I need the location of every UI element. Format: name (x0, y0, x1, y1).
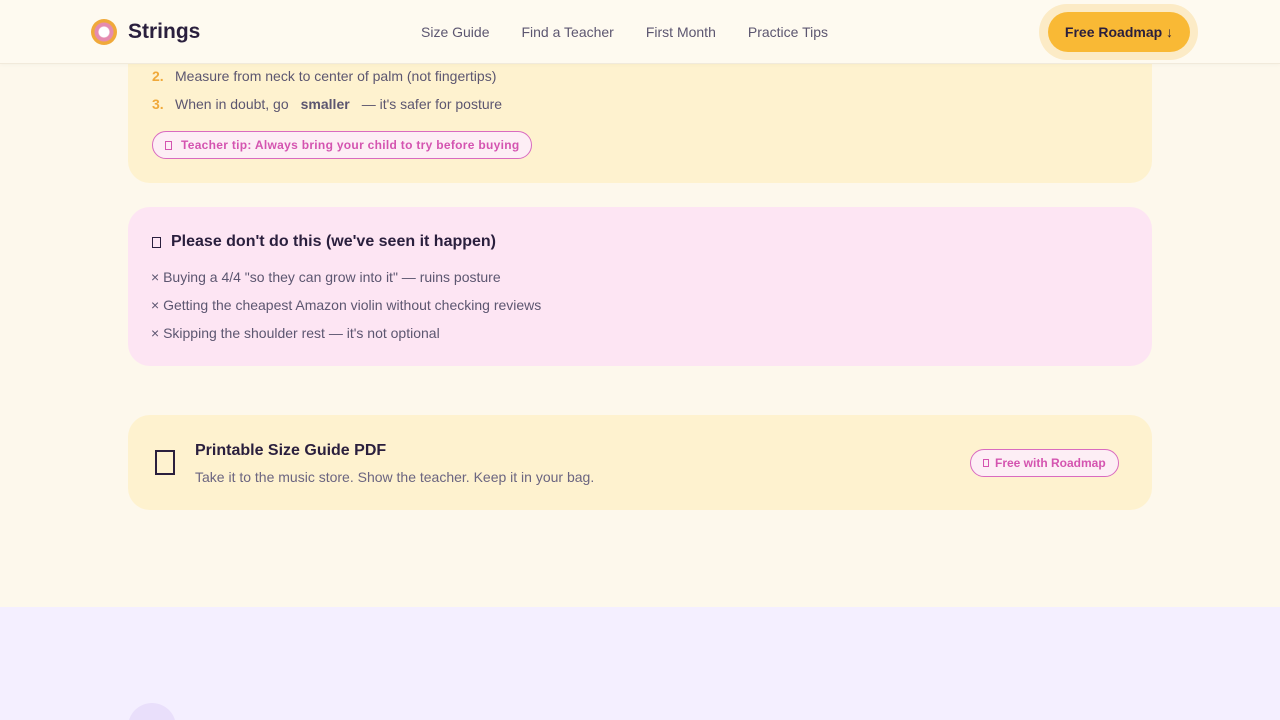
lightbulb-icon (165, 140, 172, 150)
warning-title: Please don't do this (we've seen it happ… (152, 233, 496, 251)
step-text: Measure from neck to center of palm (not… (175, 68, 497, 84)
nav-link-size-guide[interactable]: Size Guide (421, 24, 489, 40)
document-icon (155, 450, 175, 475)
step-number: 3. (152, 96, 164, 112)
free-roadmap-button[interactable]: Free Roadmap ↓ (1048, 12, 1190, 52)
next-section-band (0, 607, 1280, 720)
nav-link-practice-tips[interactable]: Practice Tips (748, 24, 828, 40)
step-text-post: — it's safer for posture (361, 96, 503, 112)
teacher-tip-text: Teacher tip: Always bring your child to … (181, 138, 520, 152)
top-nav: Strings Size Guide Find a Teacher First … (0, 0, 1280, 64)
warning-item: × Skipping the shoulder rest — it's not … (151, 325, 440, 341)
warning-icon (152, 236, 161, 248)
brand[interactable]: Strings (91, 19, 200, 45)
brand-name: Strings (128, 20, 201, 43)
warning-card: Please don't do this (we've seen it happ… (128, 207, 1152, 366)
pdf-title: Printable Size Guide PDF (195, 442, 387, 459)
step-item: 2. Measure from neck to center of palm (… (152, 68, 496, 84)
step-text-pre: When in doubt, go (175, 96, 289, 112)
free-with-roadmap-badge[interactable]: Free with Roadmap (970, 449, 1119, 477)
nav-link-first-month[interactable]: First Month (646, 24, 716, 40)
gift-icon (983, 459, 989, 467)
cta-glow: Free Roadmap ↓ (1039, 4, 1198, 60)
step-item: 3. When in doubt, go smaller — it's safe… (152, 96, 502, 112)
nav-links: Size Guide Find a Teacher First Month Pr… (421, 24, 860, 40)
warning-item: × Buying a 4/4 "so they can grow into it… (151, 269, 501, 285)
logo-icon (91, 19, 117, 45)
step-number: 2. (152, 68, 164, 84)
pdf-card[interactable]: Printable Size Guide PDF Take it to the … (128, 415, 1152, 510)
nav-link-find-a-teacher[interactable]: Find a Teacher (521, 24, 613, 40)
badge-text: Free with Roadmap (995, 456, 1106, 470)
step-text-bold: smaller (300, 96, 350, 112)
warning-item: × Getting the cheapest Amazon violin wit… (151, 297, 542, 313)
pdf-subtitle: Take it to the music store. Show the tea… (195, 469, 595, 485)
teacher-tip-badge: Teacher tip: Always bring your child to … (152, 131, 533, 159)
warning-title-text: Please don't do this (we've seen it happ… (171, 233, 497, 250)
